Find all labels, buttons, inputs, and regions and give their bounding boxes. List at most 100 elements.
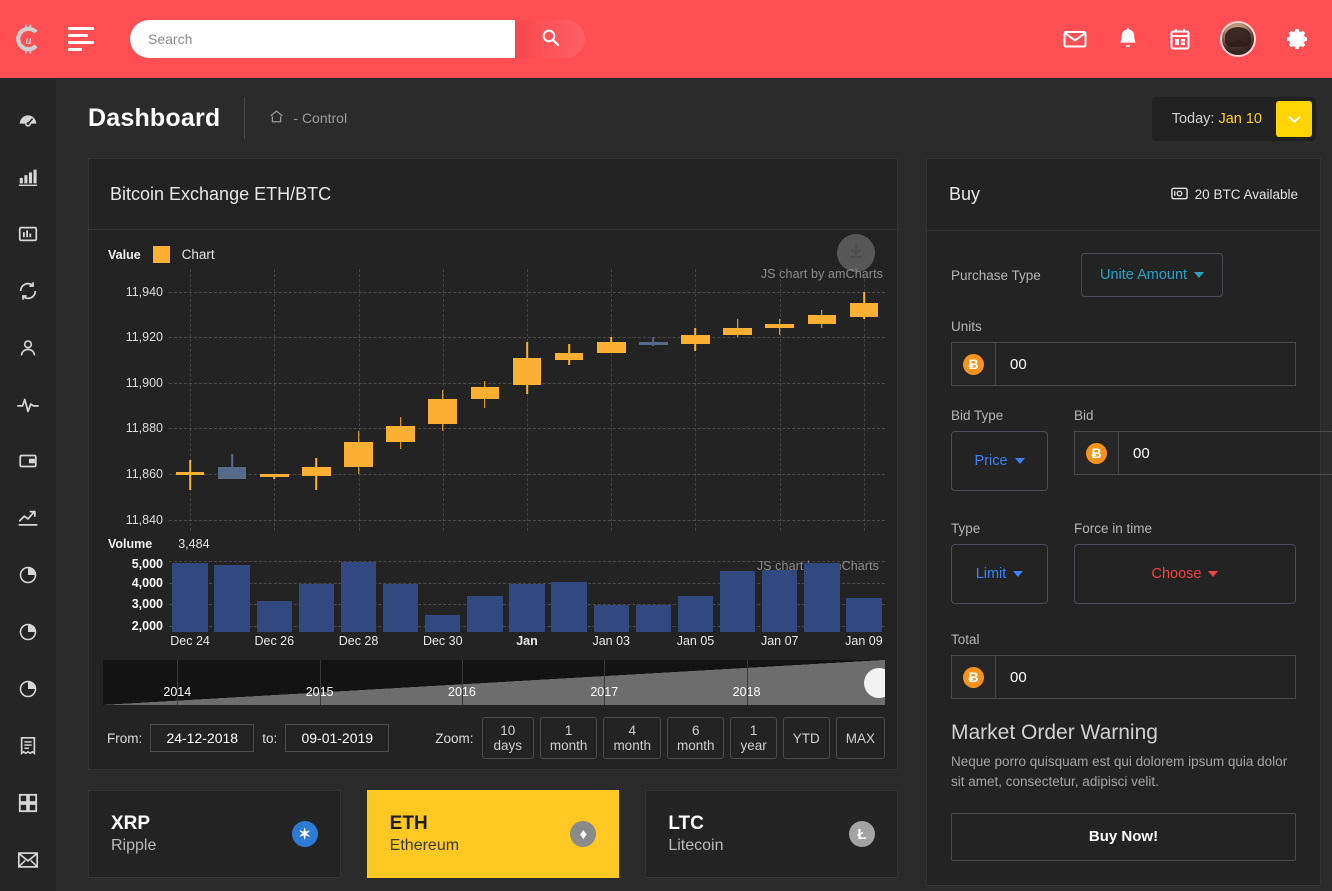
volume-bar[interactable] bbox=[762, 569, 798, 632]
volume-bar[interactable] bbox=[719, 570, 756, 632]
purchase-type-dropdown[interactable]: Unite Amount bbox=[1081, 253, 1224, 297]
bid-type-value: Price bbox=[974, 453, 1008, 469]
candlestick[interactable] bbox=[302, 269, 331, 531]
volume-bar[interactable] bbox=[256, 600, 292, 632]
candlestick[interactable] bbox=[512, 269, 542, 531]
crypto-card-xrp[interactable]: XRP Ripple ✶ bbox=[88, 790, 341, 878]
zoom-button-1-month[interactable]: 1 month bbox=[539, 717, 598, 759]
candlestick[interactable] bbox=[259, 269, 289, 531]
pie-chart-icon bbox=[18, 622, 38, 647]
candlestick[interactable] bbox=[344, 269, 373, 531]
zoom-button-10-days[interactable]: 10 days bbox=[481, 717, 534, 759]
search-input[interactable] bbox=[130, 20, 515, 58]
zoom-button-ytd[interactable]: YTD bbox=[782, 717, 830, 759]
candlestick[interactable] bbox=[765, 269, 794, 531]
zoom-button-1-year[interactable]: 1 year bbox=[730, 717, 777, 759]
sidebar-item-invoices[interactable] bbox=[0, 720, 56, 777]
bid-type-dropdown[interactable]: Price bbox=[951, 431, 1048, 491]
volume-bar[interactable] bbox=[340, 562, 377, 632]
from-date-input[interactable] bbox=[150, 724, 255, 752]
units-input[interactable] bbox=[995, 342, 1296, 386]
bitcoin-icon: Ƀ bbox=[963, 353, 984, 375]
zoom-button-max[interactable]: MAX bbox=[835, 717, 885, 759]
sidebar-item-statistics[interactable] bbox=[0, 208, 56, 265]
force-label: Force in time bbox=[1074, 521, 1153, 536]
volume-bar[interactable] bbox=[298, 583, 335, 632]
crypto-card-ltc[interactable]: LTC Litecoin Ł bbox=[645, 790, 899, 878]
home-icon[interactable] bbox=[269, 109, 284, 127]
mail-icon[interactable] bbox=[1062, 26, 1088, 52]
bid-row: Bid Type Price Bid Ƀ bbox=[951, 408, 1332, 491]
volume-bar[interactable] bbox=[677, 595, 714, 632]
total-input-group: Ƀ bbox=[951, 655, 1296, 699]
user-icon bbox=[17, 337, 39, 364]
app-logo[interactable]: u bbox=[0, 0, 56, 78]
legend-series-name[interactable]: Chart bbox=[182, 247, 215, 262]
zoom-button-6-month[interactable]: 6 month bbox=[666, 717, 725, 759]
pie-chart-icon bbox=[18, 565, 38, 590]
warning-text: Neque porro quisquam est qui dolorem ips… bbox=[951, 754, 1288, 790]
calendar-icon[interactable] bbox=[1168, 27, 1192, 52]
volume-y-axis: 5,000 4,000 3,000 2,000 bbox=[103, 557, 169, 633]
crypto-card-text: ETH Ethereum bbox=[390, 812, 459, 856]
total-input[interactable] bbox=[995, 655, 1296, 699]
legend-swatch[interactable] bbox=[152, 246, 170, 263]
candlestick[interactable] bbox=[386, 269, 415, 531]
candlestick[interactable] bbox=[175, 269, 205, 531]
sidebar-item-trends[interactable] bbox=[0, 492, 56, 549]
sidebar-item-dashboard[interactable] bbox=[0, 94, 56, 151]
volume-bar[interactable] bbox=[509, 583, 545, 632]
volume-bar[interactable] bbox=[804, 563, 840, 632]
sidebar-item-profile[interactable] bbox=[0, 322, 56, 379]
candlestick[interactable] bbox=[639, 269, 668, 531]
main-content: Dashboard - Control Today: Jan 10 Bitcoi… bbox=[56, 78, 1332, 891]
volume-bar[interactable] bbox=[467, 595, 503, 632]
volume-bar[interactable] bbox=[172, 563, 208, 632]
avatar[interactable] bbox=[1220, 21, 1256, 57]
buy-panel-body: Purchase Type Unite Amount Units Ƀ 00 Bi… bbox=[927, 231, 1332, 885]
candlestick[interactable] bbox=[807, 269, 837, 531]
sidebar-item-messages[interactable] bbox=[0, 834, 56, 891]
sidebar-item-charts[interactable] bbox=[0, 151, 56, 208]
sidebar-item-activity[interactable] bbox=[0, 379, 56, 436]
search-button[interactable] bbox=[515, 20, 585, 58]
sidebar-item-apps[interactable] bbox=[0, 777, 56, 834]
zoom-button-4-month[interactable]: 4 month bbox=[603, 717, 661, 759]
sidebar-item-reports[interactable] bbox=[0, 549, 56, 606]
candlestick[interactable] bbox=[596, 269, 626, 531]
chart-range-scroller[interactable]: 20142015201620172018 bbox=[103, 660, 885, 705]
warning-title: Market Order Warning bbox=[951, 721, 1158, 744]
candlestick[interactable] bbox=[554, 269, 584, 531]
volume-bar[interactable] bbox=[382, 583, 419, 632]
date-pill-dropdown-button[interactable] bbox=[1276, 101, 1312, 137]
candlestick[interactable] bbox=[681, 269, 710, 531]
candlestick[interactable] bbox=[470, 269, 500, 531]
bid-input[interactable] bbox=[1118, 431, 1332, 475]
volume-bar[interactable] bbox=[214, 564, 250, 632]
to-date-input[interactable] bbox=[285, 724, 390, 752]
candlestick[interactable] bbox=[217, 269, 247, 531]
candlestick[interactable] bbox=[428, 269, 458, 531]
right-column: Buy 20 BTC Available Purchase Type Unite… bbox=[926, 158, 1332, 886]
volume-bar[interactable] bbox=[551, 581, 587, 632]
bell-icon[interactable] bbox=[1116, 27, 1140, 52]
sidebar-item-exchange[interactable] bbox=[0, 265, 56, 322]
hamburger-menu-icon[interactable] bbox=[68, 27, 108, 51]
volume-bar[interactable] bbox=[593, 605, 629, 632]
volume-bar[interactable] bbox=[635, 605, 672, 632]
candlestick[interactable] bbox=[849, 269, 879, 531]
buy-now-button[interactable]: Buy Now! bbox=[951, 812, 1296, 861]
sidebar-item-analytics[interactable] bbox=[0, 606, 56, 663]
date-pill-prefix: Today: bbox=[1171, 111, 1215, 127]
crypto-card-eth[interactable]: ETH Ethereum ♦ bbox=[366, 790, 620, 878]
sidebar-item-wallet[interactable] bbox=[0, 436, 56, 493]
sidebar-item-insights[interactable] bbox=[0, 663, 56, 720]
gear-icon[interactable] bbox=[1284, 26, 1310, 52]
volume-bar[interactable] bbox=[846, 597, 882, 632]
card-icon bbox=[17, 450, 39, 477]
candlestick[interactable] bbox=[723, 269, 752, 531]
volume-bar[interactable] bbox=[425, 614, 461, 632]
type-dropdown[interactable]: Limit bbox=[951, 544, 1048, 604]
btc-prefix: Ƀ bbox=[951, 655, 995, 699]
force-dropdown[interactable]: Choose bbox=[1074, 544, 1296, 604]
